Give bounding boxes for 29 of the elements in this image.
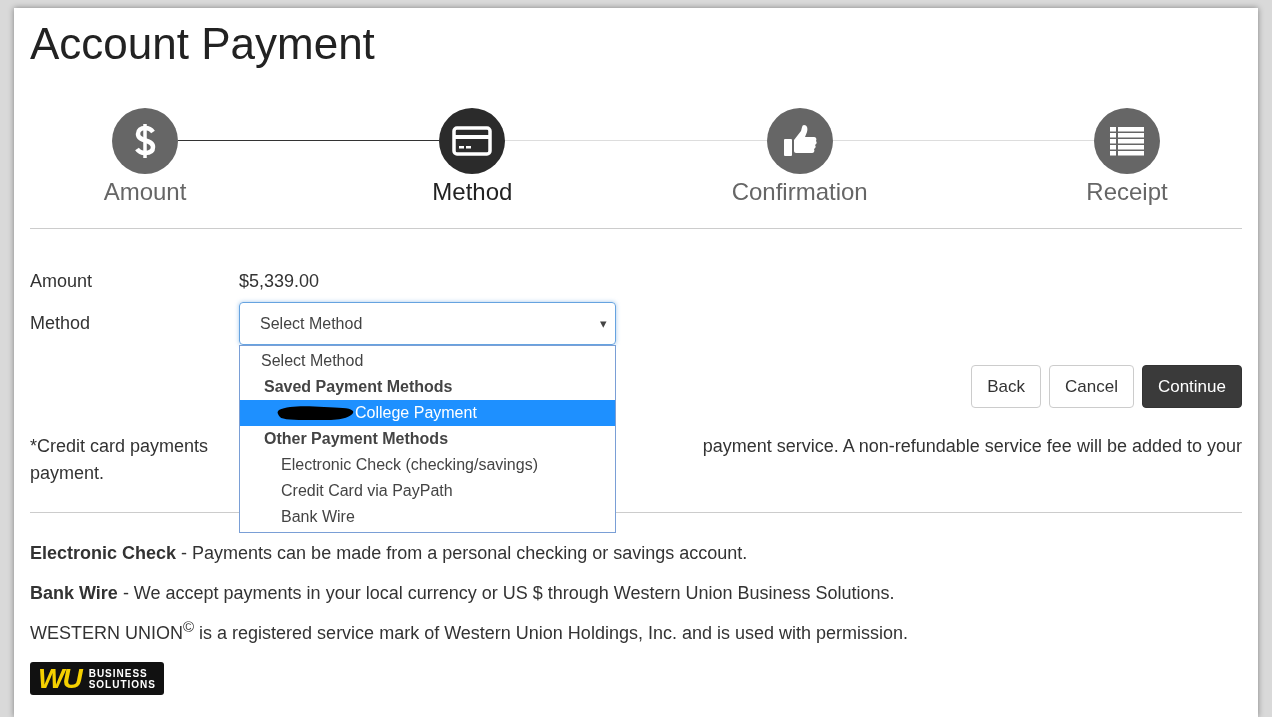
thumbs-up-icon bbox=[781, 124, 818, 158]
option-group-label: Other Payment Methods bbox=[263, 429, 450, 449]
step-label: Receipt bbox=[1086, 178, 1168, 206]
dropdown-option[interactable]: Select Method bbox=[240, 348, 615, 374]
secondary-button[interactable]: Cancel bbox=[1049, 365, 1134, 408]
method-label: Method bbox=[30, 313, 92, 334]
dropdown-option[interactable]: Electronic Check (checking/savings) bbox=[240, 452, 615, 478]
info-text: Electronic Check - Payments can be made from a personal checking or savings account. bbox=[30, 542, 749, 565]
amount-value: $5,339.00 bbox=[239, 271, 321, 292]
dropdown-option[interactable]: Bank Wire bbox=[240, 504, 615, 530]
method-select[interactable]: Select Method ▾ bbox=[239, 302, 616, 345]
page-title: Account Payment bbox=[30, 18, 376, 70]
primary-button[interactable]: Continue bbox=[1141, 365, 1242, 408]
dollar-icon bbox=[134, 122, 156, 160]
note-text: payment. bbox=[30, 462, 105, 485]
note-text: payment service. A non-refundable service fee will be added to your bbox=[702, 435, 1242, 458]
step-label: Method bbox=[432, 178, 513, 206]
step-label: Confirmation bbox=[731, 178, 868, 206]
option-group-label: Saved Payment Methods bbox=[263, 377, 454, 397]
secondary-button[interactable]: Back bbox=[971, 365, 1041, 408]
info-text: Bank Wire - We accept payments in your local currency or US $ through Western Union Business Solutions. bbox=[30, 582, 896, 605]
info-text: WESTERN UNION$^{©}$ is a registered service mark of Western Union Holdings, Inc. and is used with permission. bbox=[30, 621, 910, 645]
credit-card-icon bbox=[452, 126, 493, 156]
step-label: Amount bbox=[103, 178, 187, 206]
dropdown-option[interactable]: Credit Card via PayPath bbox=[240, 478, 615, 504]
caret-icon: ▾ bbox=[600, 316, 607, 331]
amount-label: Amount bbox=[30, 271, 94, 292]
list-icon bbox=[1109, 126, 1145, 156]
note-text: *Credit card payments bbox=[30, 435, 209, 458]
